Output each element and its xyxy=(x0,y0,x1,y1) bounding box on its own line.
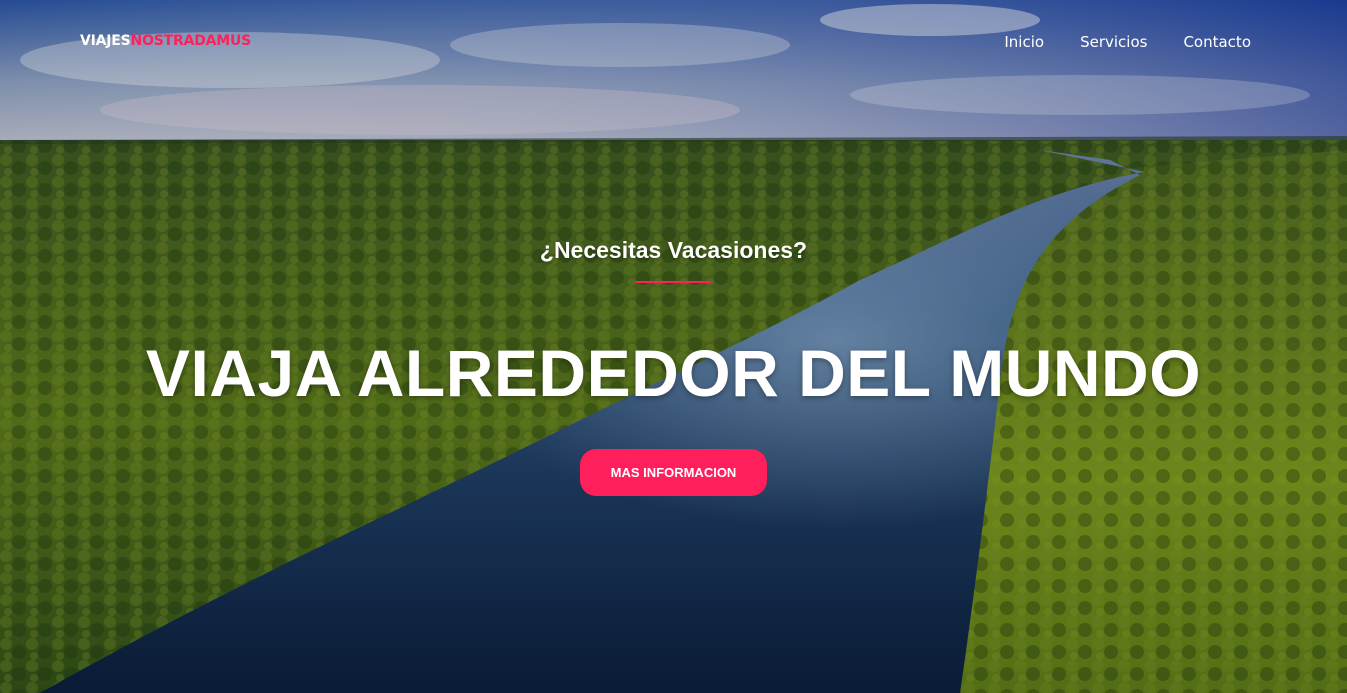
subtitle-divider xyxy=(636,281,711,283)
brand-name-part2: NOSTRADAMUS xyxy=(130,33,252,49)
nav-link-servicios[interactable]: Servicios xyxy=(1080,33,1147,51)
top-navbar: VIAJESNOSTRADAMUS Inicio Servicios Conta… xyxy=(0,0,1347,86)
hero-subtitle: ¿Necesitas Vacasiones? xyxy=(539,237,808,263)
nav-link-contacto[interactable]: Contacto xyxy=(1183,33,1251,51)
hero-headline: VIAJA ALREDEDOR DEL MUNDO xyxy=(145,336,1202,410)
nav-menu: Inicio Servicios Contacto xyxy=(1004,33,1251,51)
more-info-button[interactable]: MAS INFORMACION xyxy=(580,449,767,496)
brand-logo-link[interactable]: VIAJESNOSTRADAMUS xyxy=(80,33,251,49)
brand-name-part1: VIAJES xyxy=(80,33,131,49)
nav-link-inicio[interactable]: Inicio xyxy=(1004,33,1044,51)
hero-section: VIAJESNOSTRADAMUS Inicio Servicios Conta… xyxy=(0,0,1347,693)
